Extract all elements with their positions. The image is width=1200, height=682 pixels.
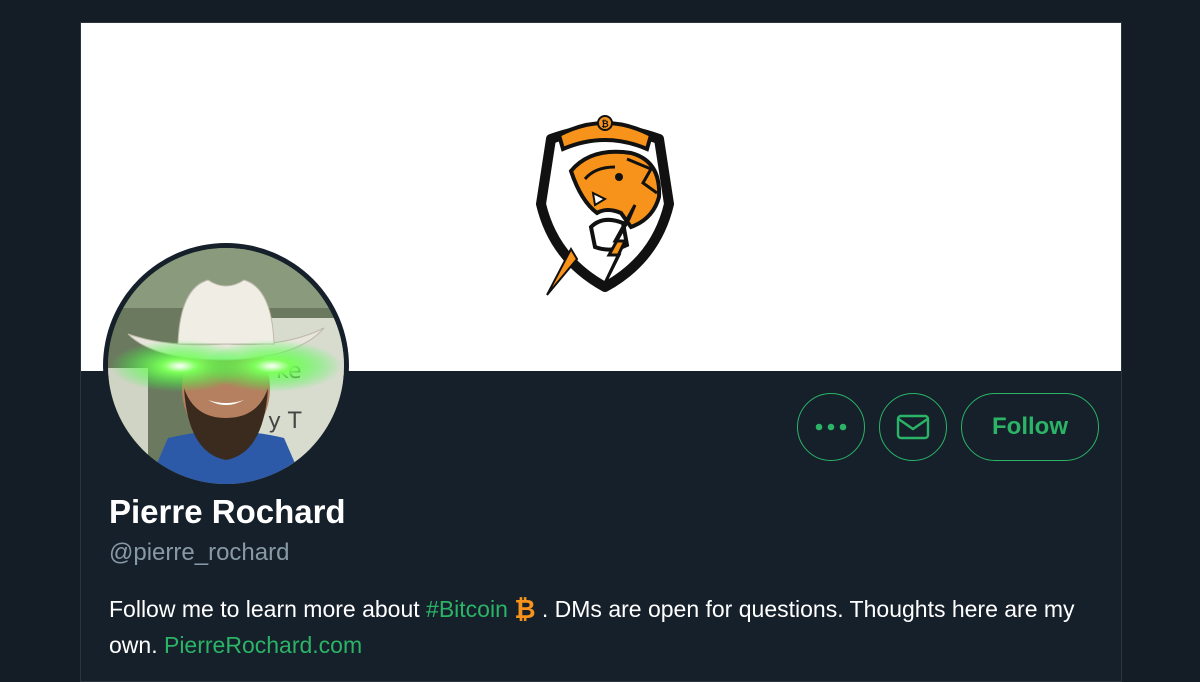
handle: @pierre_rochard — [109, 539, 290, 566]
website-link[interactable]: PierreRochard.com — [164, 632, 362, 658]
avatar-photo: ke y T — [108, 248, 344, 484]
follow-button[interactable]: Follow — [961, 393, 1099, 461]
display-name: Pierre Rochard — [109, 493, 346, 530]
hashtag-link[interactable]: #Bitcoin — [426, 596, 508, 622]
bio-text-1: Follow me to learn more about — [109, 596, 427, 622]
avatar-photo-drawing: ke y T — [108, 248, 344, 484]
honey-badger-bitcoin-shield-logo: ₿ — [536, 115, 674, 296]
avatar[interactable]: ke y T — [103, 243, 349, 489]
svg-text:y T: y T — [268, 409, 302, 434]
more-button[interactable] — [797, 393, 865, 461]
profile-actions: Follow — [797, 393, 1099, 461]
more-dots-icon — [815, 423, 847, 431]
bitcoin-emoji-icon: ₿ — [514, 595, 535, 623]
svg-text:₿: ₿ — [601, 119, 608, 130]
envelope-icon — [896, 414, 930, 440]
profile-card: ₿ y T Follow Pierre Rochard @pierre_roch… — [80, 22, 1122, 682]
message-button[interactable] — [879, 393, 947, 461]
svg-text:₿: ₿ — [514, 595, 535, 623]
bio: Follow me to learn more about #Bitcoin ₿… — [109, 591, 1099, 663]
